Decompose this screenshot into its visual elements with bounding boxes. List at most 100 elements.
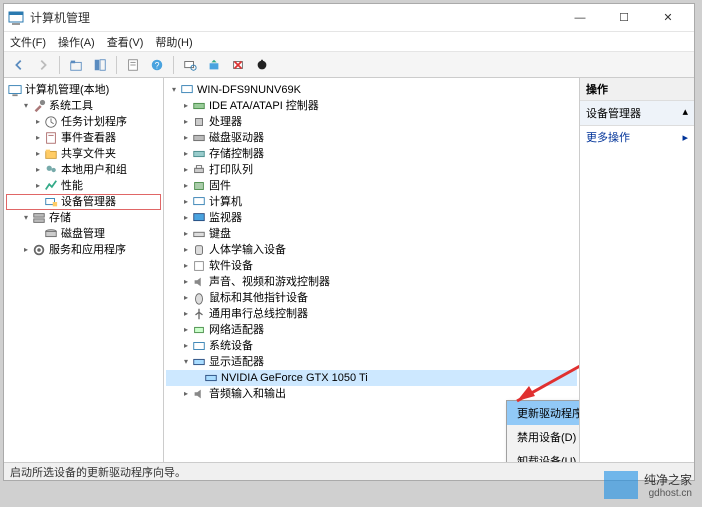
hid-icon bbox=[192, 243, 206, 257]
device-system[interactable]: ▸系统设备 bbox=[166, 338, 577, 354]
device-gpu[interactable]: ▸NVIDIA GeForce GTX 1050 Ti bbox=[166, 370, 577, 386]
device-net[interactable]: ▸网络适配器 bbox=[166, 322, 577, 338]
sound-icon bbox=[192, 275, 206, 289]
menubar: 文件(F) 操作(A) 查看(V) 帮助(H) bbox=[4, 32, 694, 52]
device-storage-ctrl[interactable]: ▸存储控制器 bbox=[166, 146, 577, 162]
watermark-logo bbox=[604, 471, 638, 499]
actions-section: 设备管理器 ▴ bbox=[580, 101, 694, 126]
computer-mgmt-icon bbox=[8, 83, 22, 97]
expander-icon[interactable]: ▸ bbox=[20, 242, 32, 258]
tree-shared-folders[interactable]: ▸ 共享文件夹 bbox=[6, 146, 161, 162]
controller-icon bbox=[192, 99, 206, 113]
mouse-icon bbox=[192, 291, 206, 305]
network-icon bbox=[192, 323, 206, 337]
expander-icon[interactable]: ▸ bbox=[32, 146, 44, 162]
storage-ctrl-icon bbox=[192, 147, 206, 161]
pc-icon bbox=[192, 195, 206, 209]
device-cpu[interactable]: ▸处理器 bbox=[166, 114, 577, 130]
up-button[interactable] bbox=[65, 54, 87, 76]
close-button[interactable]: ✕ bbox=[646, 4, 690, 32]
perf-icon bbox=[44, 179, 58, 193]
system-dev-icon bbox=[192, 339, 206, 353]
status-bar: 启动所选设备的更新驱动程序向导。 bbox=[4, 462, 694, 480]
actions-pane: 操作 设备管理器 ▴ 更多操作 ▸ bbox=[580, 78, 694, 462]
disable-button[interactable] bbox=[251, 54, 273, 76]
tree-root-label: 计算机管理(本地) bbox=[25, 82, 109, 98]
expander-icon[interactable]: ▸ bbox=[32, 178, 44, 194]
window-title: 计算机管理 bbox=[30, 9, 558, 26]
scan-button[interactable] bbox=[179, 54, 201, 76]
device-hid[interactable]: ▸人体学输入设备 bbox=[166, 242, 577, 258]
device-usb[interactable]: ▸通用串行总线控制器 bbox=[166, 306, 577, 322]
device-software[interactable]: ▸软件设备 bbox=[166, 258, 577, 274]
device-ide[interactable]: ▸IDE ATA/ATAPI 控制器 bbox=[166, 98, 577, 114]
tree-storage[interactable]: ▾ 存储 bbox=[6, 210, 161, 226]
device-disk[interactable]: ▸磁盘驱动器 bbox=[166, 130, 577, 146]
software-icon bbox=[192, 259, 206, 273]
show-hide-button[interactable] bbox=[89, 54, 111, 76]
forward-button[interactable] bbox=[32, 54, 54, 76]
expander-icon[interactable]: ▾ bbox=[20, 210, 32, 226]
event-icon bbox=[44, 131, 58, 145]
storage-icon bbox=[32, 211, 46, 225]
tree-task-scheduler[interactable]: ▸ 任务计划程序 bbox=[6, 114, 161, 130]
device-firmware[interactable]: ▸固件 bbox=[166, 178, 577, 194]
device-keyboard[interactable]: ▸键盘 bbox=[166, 226, 577, 242]
tree-device-manager[interactable]: ▸ 设备管理器 bbox=[6, 194, 161, 210]
chevron-up-icon[interactable]: ▴ bbox=[682, 105, 688, 118]
device-mouse[interactable]: ▸鼠标和其他指针设备 bbox=[166, 290, 577, 306]
maximize-button[interactable]: ☐ bbox=[602, 4, 646, 32]
device-mgr-icon bbox=[44, 195, 58, 209]
update-driver-button[interactable] bbox=[203, 54, 225, 76]
menu-action[interactable]: 操作(A) bbox=[58, 34, 95, 50]
menu-view[interactable]: 查看(V) bbox=[107, 34, 144, 50]
tree-root[interactable]: 计算机管理(本地) bbox=[6, 82, 161, 98]
watermark-host: gdhost.cn bbox=[644, 488, 692, 499]
monitor-icon bbox=[192, 211, 206, 225]
expander-icon[interactable]: ▸ bbox=[32, 162, 44, 178]
device-tree-pane[interactable]: ▾WIN-DFS9NUNV69K ▸IDE ATA/ATAPI 控制器 ▸处理器… bbox=[164, 78, 580, 462]
expander-icon[interactable]: ▸ bbox=[32, 114, 44, 130]
gpu-icon bbox=[204, 371, 218, 385]
folder-share-icon bbox=[44, 147, 58, 161]
tree-services[interactable]: ▸ 服务和应用程序 bbox=[6, 242, 161, 258]
tools-icon bbox=[32, 99, 46, 113]
device-display[interactable]: ▾显示适配器 bbox=[166, 354, 577, 370]
device-monitor[interactable]: ▸监视器 bbox=[166, 210, 577, 226]
tree-local-users[interactable]: ▸ 本地用户和组 bbox=[6, 162, 161, 178]
device-root[interactable]: ▾WIN-DFS9NUNV69K bbox=[166, 82, 577, 98]
minimize-button[interactable]: — bbox=[558, 4, 602, 32]
menu-file[interactable]: 文件(F) bbox=[10, 34, 46, 50]
app-icon bbox=[8, 10, 24, 26]
ctx-uninstall[interactable]: 卸载设备(U) bbox=[507, 449, 580, 462]
actions-header: 操作 bbox=[580, 78, 694, 101]
expander-icon[interactable]: ▾ bbox=[20, 98, 32, 114]
help-button[interactable]: ? bbox=[146, 54, 168, 76]
chevronron-right-icon: ▸ bbox=[682, 131, 688, 144]
disk-icon bbox=[44, 227, 58, 241]
toolbar: ? bbox=[4, 52, 694, 78]
back-button[interactable] bbox=[8, 54, 30, 76]
titlebar: 计算机管理 — ☐ ✕ bbox=[4, 4, 694, 32]
device-sound[interactable]: ▸声音、视频和游戏控制器 bbox=[166, 274, 577, 290]
tree-event-viewer[interactable]: ▸ 事件查看器 bbox=[6, 130, 161, 146]
uninstall-button[interactable] bbox=[227, 54, 249, 76]
status-text: 启动所选设备的更新驱动程序向导。 bbox=[10, 467, 186, 479]
device-computer[interactable]: ▸计算机 bbox=[166, 194, 577, 210]
expander-icon[interactable]: ▸ bbox=[32, 130, 44, 146]
audio-io-icon bbox=[192, 387, 206, 401]
tree-performance[interactable]: ▸ 性能 bbox=[6, 178, 161, 194]
left-tree-pane[interactable]: 计算机管理(本地) ▾ 系统工具 ▸ 任务计划程序 ▸ 事件查看器 ▸ 共享文件… bbox=[4, 78, 164, 462]
tree-system-tools[interactable]: ▾ 系统工具 bbox=[6, 98, 161, 114]
tree-disk-mgmt[interactable]: ▸ 磁盘管理 bbox=[6, 226, 161, 242]
more-actions-link[interactable]: 更多操作 ▸ bbox=[580, 126, 694, 148]
device-print[interactable]: ▸打印队列 bbox=[166, 162, 577, 178]
keyboard-icon bbox=[192, 227, 206, 241]
properties-button[interactable] bbox=[122, 54, 144, 76]
firmware-icon bbox=[192, 179, 206, 193]
display-adapter-icon bbox=[192, 355, 206, 369]
clock-icon bbox=[44, 115, 58, 129]
menu-help[interactable]: 帮助(H) bbox=[155, 34, 192, 50]
ctx-disable[interactable]: 禁用设备(D) bbox=[507, 425, 580, 449]
ctx-update-driver[interactable]: 更新驱动程序(P) bbox=[507, 401, 580, 425]
